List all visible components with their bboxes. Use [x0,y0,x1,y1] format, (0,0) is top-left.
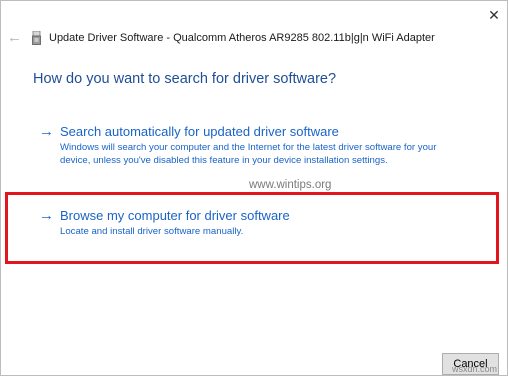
back-button[interactable]: ← [7,30,22,46]
close-button[interactable]: ✕ [481,1,507,27]
watermark-text: www.wintips.org [249,179,332,191]
page-heading: How do you want to search for driver sof… [33,71,337,87]
driver-device-icon [32,31,41,45]
option-title[interactable]: Browse my computer for driver software [60,208,290,224]
corner-watermark: wsxdn.com [452,364,498,374]
window-title: Update Driver Software - Qualcomm Athero… [49,32,435,44]
title-bar: ← Update Driver Software - Qualcomm Athe… [1,1,507,46]
option-description: Locate and install driver software manua… [60,226,244,237]
option-title[interactable]: Search automatically for updated driver … [60,124,339,140]
arrow-right-icon: → [39,123,54,140]
update-driver-dialog: ← Update Driver Software - Qualcomm Athe… [0,0,508,376]
arrow-right-icon: → [39,207,54,224]
option-description: Windows will search your computer and th… [60,142,437,166]
